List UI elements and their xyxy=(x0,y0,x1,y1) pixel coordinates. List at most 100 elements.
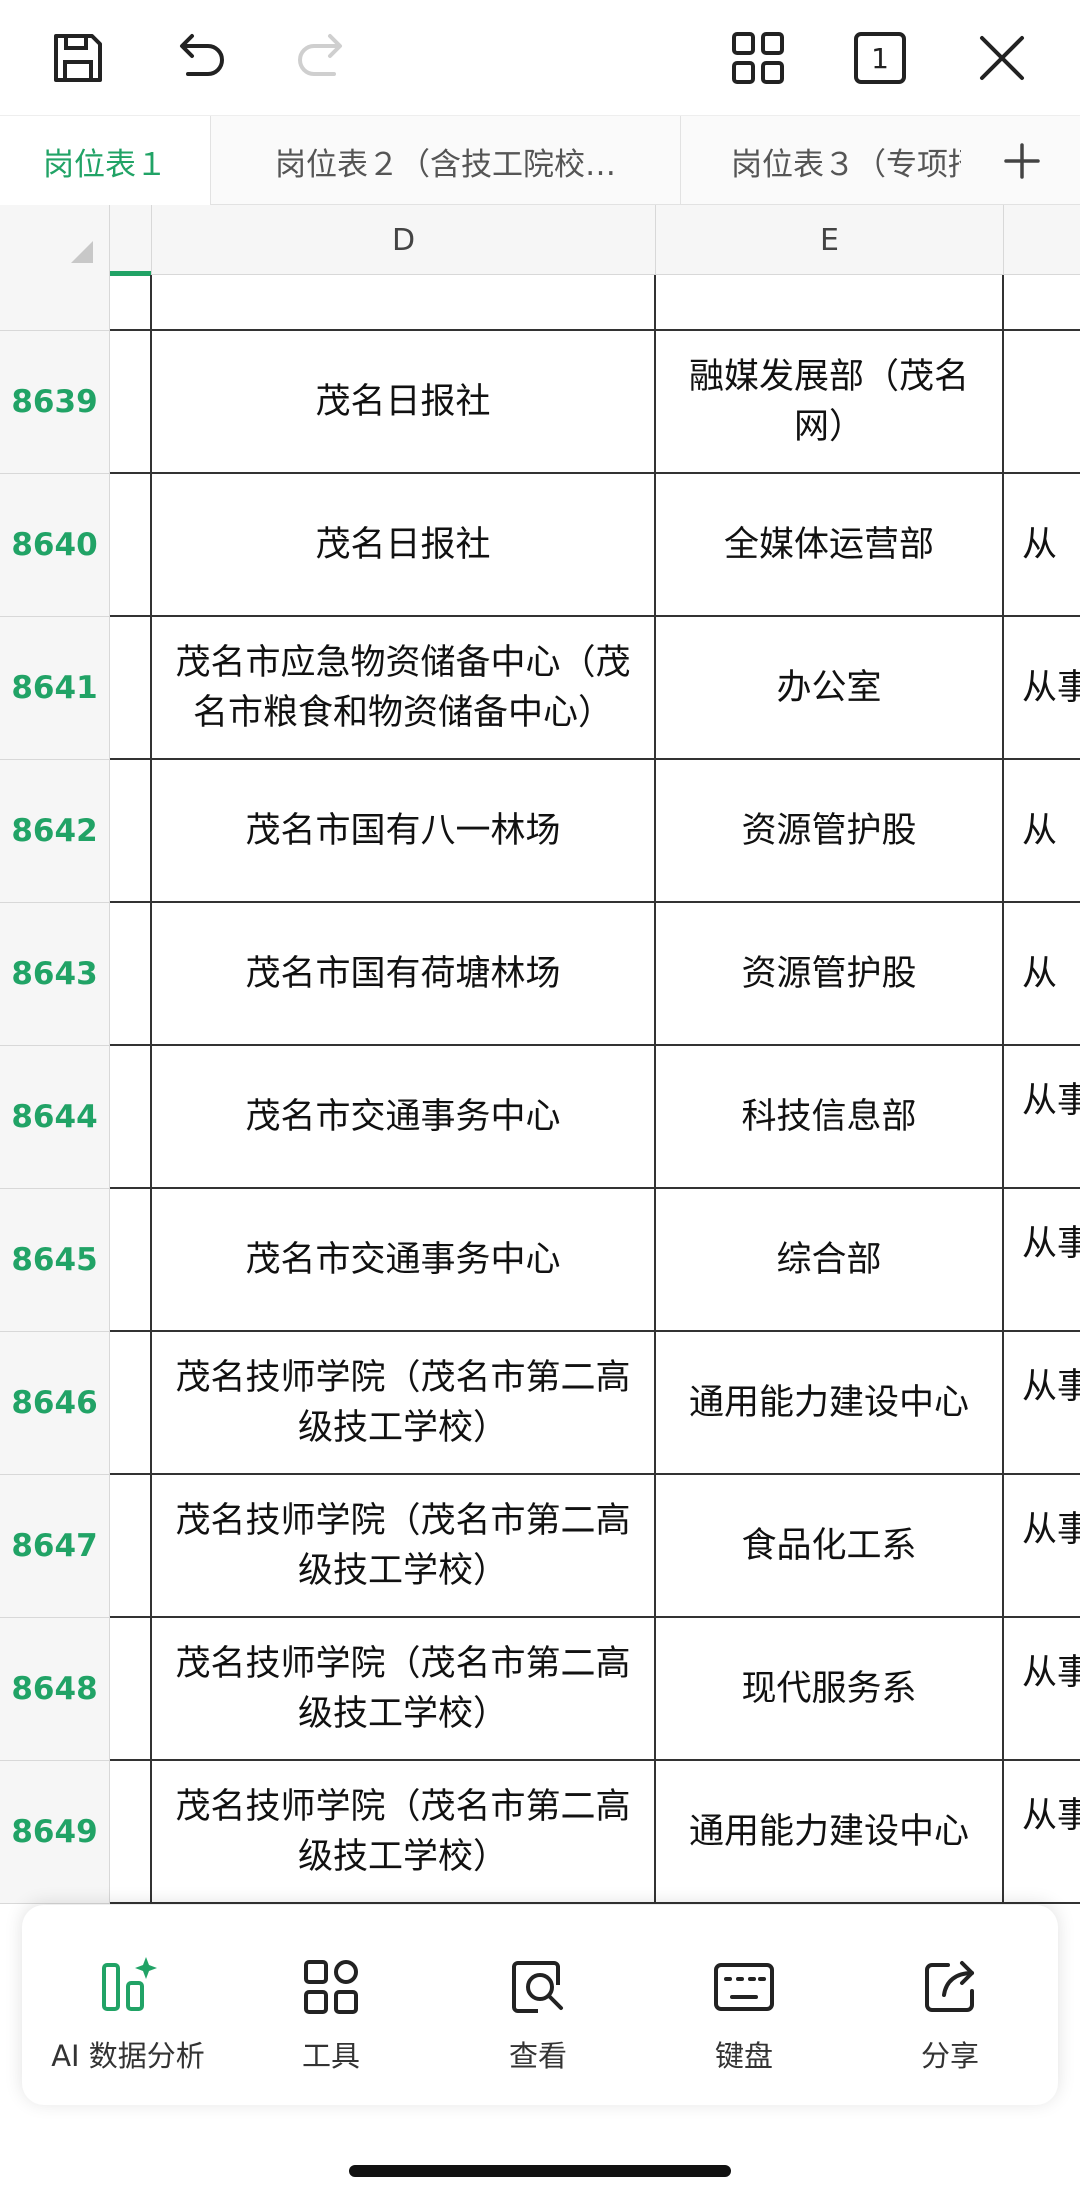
table-cell-department[interactable]: 全媒体运营部 xyxy=(656,474,1004,617)
home-indicator[interactable] xyxy=(349,2165,731,2177)
view-button[interactable]: 查看 xyxy=(448,1905,628,2105)
table-cell-duty[interactable] xyxy=(1004,331,1080,474)
row-number[interactable]: 8640 xyxy=(0,474,110,617)
table-cell-duty[interactable]: 从 xyxy=(1004,760,1080,903)
table-cell[interactable] xyxy=(110,1618,152,1761)
table-cell-employer[interactable]: 茂名市应急物资储备中心（茂名市粮食和物资储备中心） xyxy=(152,617,656,760)
column-header-d[interactable]: D xyxy=(152,205,656,275)
table-cell[interactable] xyxy=(110,760,152,903)
undo-icon[interactable] xyxy=(160,18,240,98)
column-header-e[interactable]: E xyxy=(656,205,1004,275)
table-cell-department[interactable]: 办公室 xyxy=(656,617,1004,760)
table-cell-duty[interactable]: 从事 xyxy=(1004,1618,1080,1761)
table-row: 8648 茂名技师学院（茂名市第二高级技工学校） 现代服务系 从事 xyxy=(0,1618,1080,1761)
table-cell[interactable] xyxy=(656,275,1004,331)
table-cell-employer[interactable]: 茂名技师学院（茂名市第二高级技工学校） xyxy=(152,1475,656,1618)
table-cell[interactable] xyxy=(110,1332,152,1475)
table-cell-department[interactable]: 食品化工系 xyxy=(656,1475,1004,1618)
table-cell[interactable] xyxy=(110,1189,152,1332)
table-cell-employer[interactable]: 茂名技师学院（茂名市第二高级技工学校） xyxy=(152,1332,656,1475)
table-cell-department[interactable]: 资源管护股 xyxy=(656,760,1004,903)
row-number[interactable] xyxy=(0,275,110,331)
grid-view-icon[interactable] xyxy=(718,18,798,98)
row-number[interactable]: 8648 xyxy=(0,1618,110,1761)
close-icon[interactable] xyxy=(962,18,1042,98)
redo-icon[interactable] xyxy=(282,18,362,98)
table-cell-duty[interactable]: 从事 xyxy=(1004,1332,1080,1475)
add-sheet-icon[interactable] xyxy=(992,116,1052,206)
table-cell-department[interactable]: 通用能力建设中心 xyxy=(656,1761,1004,1904)
table-cell[interactable] xyxy=(110,474,152,617)
row-number[interactable]: 8644 xyxy=(0,1046,110,1189)
table-row: 8643 茂名市国有荷塘林场 资源管护股 从 xyxy=(0,903,1080,1046)
table-cell-employer[interactable]: 茂名技师学院（茂名市第二高级技工学校） xyxy=(152,1618,656,1761)
table-cell-employer[interactable]: 茂名日报社 xyxy=(152,331,656,474)
table-row: 8639 茂名日报社 融媒发展部（茂名网） xyxy=(0,331,1080,474)
column-header-f[interactable] xyxy=(1004,205,1080,275)
table-row: 8644 茂名市交通事务中心 科技信息部 从事 xyxy=(0,1046,1080,1189)
table-cell-employer[interactable]: 茂名市国有荷塘林场 xyxy=(152,903,656,1046)
keyboard-icon xyxy=(712,1955,776,2019)
table-cell-duty[interactable]: 从事 xyxy=(1004,1761,1080,1904)
sheet-grid[interactable]: 8639 茂名日报社 融媒发展部（茂名网） 8640 茂名日报社 全媒体运营部 … xyxy=(0,275,1080,1905)
tab-sheet-3[interactable]: 岗位表３（专项招 xyxy=(681,116,961,206)
table-cell-duty[interactable]: 从 xyxy=(1004,903,1080,1046)
table-row: 8641 茂名市应急物资储备中心（茂名市粮食和物资储备中心） 办公室 从事 xyxy=(0,617,1080,760)
select-all-corner[interactable] xyxy=(0,205,110,275)
table-cell[interactable] xyxy=(110,1475,152,1618)
table-cell[interactable] xyxy=(110,903,152,1046)
table-cell-duty[interactable]: 从事 xyxy=(1004,1475,1080,1618)
table-cell[interactable] xyxy=(110,331,152,474)
table-cell[interactable] xyxy=(110,1761,152,1904)
tab-label: 岗位表１ xyxy=(43,146,167,183)
table-cell-employer[interactable]: 茂名日报社 xyxy=(152,474,656,617)
table-cell-duty[interactable]: 从事 xyxy=(1004,1046,1080,1189)
table-cell-employer[interactable]: 茂名技师学院（茂名市第二高级技工学校） xyxy=(152,1761,656,1904)
column-label: D xyxy=(391,222,416,258)
page-count-button[interactable]: 1 xyxy=(840,18,920,98)
table-cell[interactable] xyxy=(110,275,152,331)
table-cell-employer[interactable]: 茂名市交通事务中心 xyxy=(152,1046,656,1189)
table-row: 8642 茂名市国有八一林场 资源管护股 从 xyxy=(0,760,1080,903)
table-row: 8640 茂名日报社 全媒体运营部 从 xyxy=(0,474,1080,617)
row-number[interactable]: 8645 xyxy=(0,1189,110,1332)
table-cell-department[interactable]: 现代服务系 xyxy=(656,1618,1004,1761)
table-cell-department[interactable]: 资源管护股 xyxy=(656,903,1004,1046)
table-cell-employer[interactable]: 茂名市国有八一林场 xyxy=(152,760,656,903)
share-button[interactable]: 分享 xyxy=(860,1905,1040,2105)
tab-sheet-2[interactable]: 岗位表２（含技工院校… xyxy=(211,116,680,206)
table-cell-employer[interactable]: 茂名市交通事务中心 xyxy=(152,1189,656,1332)
table-cell[interactable] xyxy=(152,275,656,331)
table-cell-duty[interactable]: 从事 xyxy=(1004,1189,1080,1332)
tools-button[interactable]: 工具 xyxy=(241,1905,421,2105)
table-cell-department[interactable]: 综合部 xyxy=(656,1189,1004,1332)
bottom-bar-label: AI 数据分析 xyxy=(51,2039,205,2073)
sheet-tabs: 岗位表１ 岗位表２（含技工院校… 岗位表３（专项招 xyxy=(0,115,1080,206)
row-number[interactable]: 8646 xyxy=(0,1332,110,1475)
save-icon[interactable] xyxy=(38,18,118,98)
row-number[interactable]: 8642 xyxy=(0,760,110,903)
table-cell[interactable] xyxy=(110,617,152,760)
tab-label: 岗位表３（专项招 xyxy=(731,146,961,183)
row-number[interactable]: 8641 xyxy=(0,617,110,760)
row-number[interactable]: 8639 xyxy=(0,331,110,474)
table-cell-duty[interactable]: 从事 xyxy=(1004,617,1080,760)
row-number[interactable]: 8649 xyxy=(0,1761,110,1904)
table-row: 8645 茂名市交通事务中心 综合部 从事 xyxy=(0,1189,1080,1332)
table-cell[interactable] xyxy=(1004,275,1080,331)
row-number[interactable]: 8643 xyxy=(0,903,110,1046)
table-cell-duty[interactable]: 从 xyxy=(1004,474,1080,617)
tab-sheet-1[interactable]: 岗位表１ xyxy=(0,116,210,206)
row-number[interactable]: 8647 xyxy=(0,1475,110,1618)
table-cell-department[interactable]: 融媒发展部（茂名网） xyxy=(656,331,1004,474)
table-cell[interactable] xyxy=(110,1046,152,1189)
ai-analysis-button[interactable]: AI 数据分析 xyxy=(38,1905,218,2105)
bottom-bar-label: 键盘 xyxy=(714,2039,773,2073)
table-cell-department[interactable]: 科技信息部 xyxy=(656,1046,1004,1189)
tools-icon xyxy=(299,1955,363,2019)
keyboard-button[interactable]: 键盘 xyxy=(654,1905,834,2105)
tab-label: 岗位表２（含技工院校… xyxy=(275,146,616,183)
column-header-c[interactable] xyxy=(110,205,152,275)
table-cell-department[interactable]: 通用能力建设中心 xyxy=(656,1332,1004,1475)
table-row: 8649 茂名技师学院（茂名市第二高级技工学校） 通用能力建设中心 从事 xyxy=(0,1761,1080,1904)
